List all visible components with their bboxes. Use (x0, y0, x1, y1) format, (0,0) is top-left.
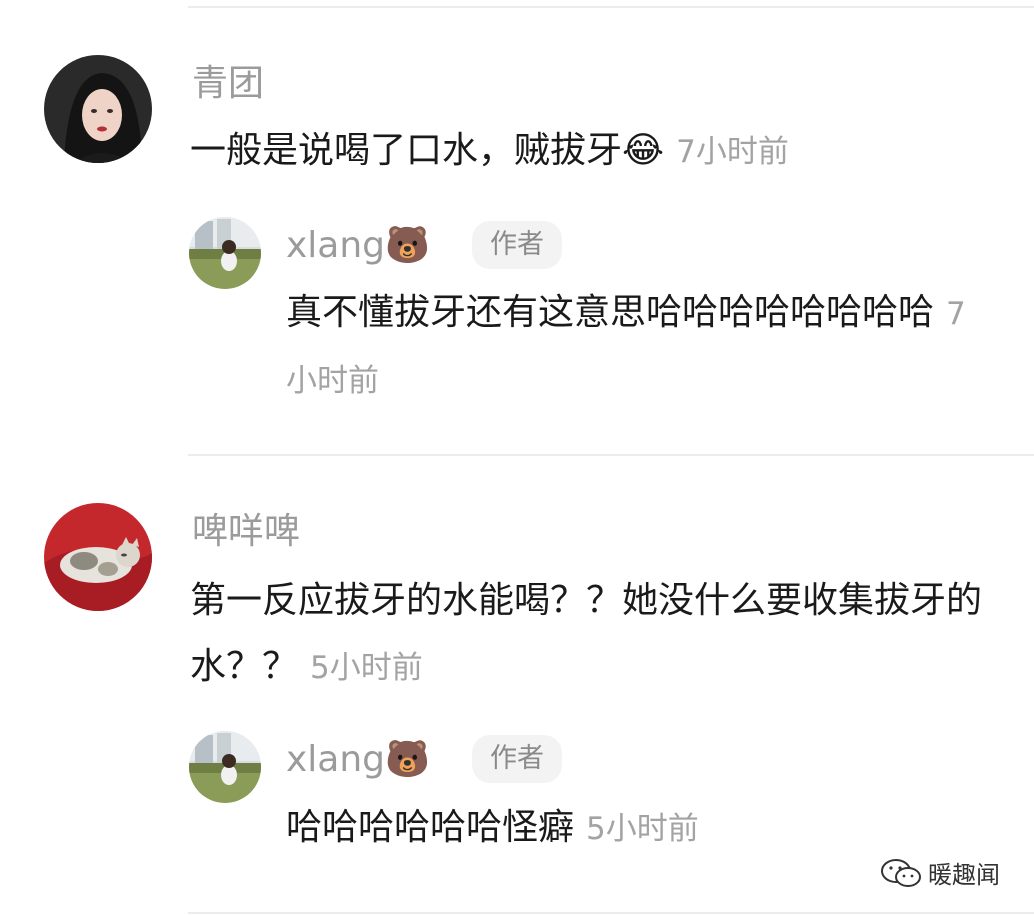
avatar[interactable] (189, 217, 261, 289)
reply-username-text: xlang (286, 739, 386, 780)
reply-time: 5小时前 (586, 811, 699, 847)
reply-text: 哈哈哈哈哈哈怪癖 5小时前 (286, 795, 986, 862)
avatar-outdoor-photo-image (189, 731, 261, 803)
avatar-outdoor-photo-image (189, 217, 261, 289)
watermark: 暖趣闻 (880, 855, 1000, 894)
bear-emoji-icon: 🐻 (385, 225, 430, 266)
reply-username[interactable]: xlang🐻 (286, 228, 430, 264)
watermark-text: 暖趣闻 (928, 861, 1000, 889)
comment-username[interactable]: 青团 (192, 66, 264, 102)
avatar[interactable] (189, 731, 261, 803)
comment-body: 一般是说喝了口水，贼拔牙 (190, 130, 623, 171)
reply-body: 哈哈哈哈哈哈怪癖 (286, 807, 575, 848)
bottom-divider (188, 912, 1034, 914)
comment-text: 一般是说喝了口水，贼拔牙😂 7小时前 (190, 118, 990, 185)
author-badge: 作者 (472, 735, 562, 783)
reply-text: 真不懂拔牙还有这意思哈哈哈哈哈哈哈哈 7小时前 (286, 280, 986, 414)
avatar-portrait-image (44, 55, 152, 163)
avatar[interactable] (44, 503, 152, 611)
reply-username[interactable]: xlang🐻 (286, 742, 430, 778)
comment-text: 第一反应拔牙的水能喝？？她没什么要收集拔牙的水？？ 5小时前 (190, 568, 1010, 701)
avatar[interactable] (44, 55, 152, 163)
comment-time: 5小时前 (310, 650, 423, 686)
comment-username[interactable]: 啤咩啤 (192, 514, 300, 550)
comment-body: 第一反应拔牙的水能喝？？她没什么要收集拔牙的水？？ (190, 580, 983, 687)
avatar-cat-photo-image (44, 503, 152, 611)
bear-emoji-icon: 🐻 (385, 739, 430, 780)
reply-body: 真不懂拔牙还有这意思哈哈哈哈哈哈哈哈 (286, 292, 935, 333)
laughing-crying-emoji-icon: 😂 (622, 130, 665, 171)
author-badge: 作者 (472, 221, 562, 269)
top-divider (188, 6, 1034, 8)
comment-divider (188, 454, 1034, 456)
reply-username-text: xlang (286, 225, 386, 266)
comment-time: 7小时前 (676, 134, 789, 170)
wechat-icon (880, 858, 922, 894)
